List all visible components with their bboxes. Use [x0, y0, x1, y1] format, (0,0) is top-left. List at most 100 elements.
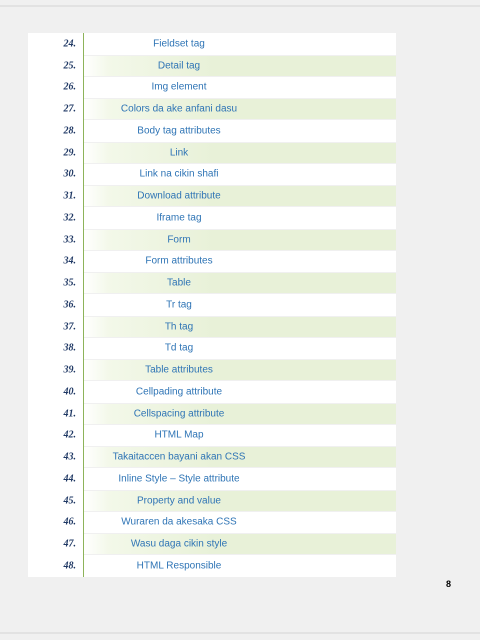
- toc-title-cell: Colors da ake anfani dasu: [84, 99, 396, 119]
- toc-entry-title: HTML Map: [154, 429, 204, 441]
- toc-title-cell: Table: [84, 273, 396, 293]
- toc-number-cell: 33.: [28, 228, 84, 251]
- toc-title-cell: Property and value: [84, 490, 396, 511]
- toc-entry-title: Table attributes: [145, 364, 213, 376]
- toc-row: 34. Form attributes: [28, 250, 396, 273]
- toc-title-cell: Inline Style – Style attribute: [84, 468, 396, 490]
- toc-row: 35. Table: [28, 272, 396, 294]
- toc-row: 28. Body tag attributes: [28, 120, 396, 142]
- toc-number-cell: 38.: [28, 337, 84, 360]
- toc-entry-number: 43.: [63, 451, 77, 463]
- toc-entry-number: 31.: [63, 190, 77, 202]
- toc-entry-title: Form: [167, 234, 191, 246]
- toc-row: 42. HTML Map: [28, 424, 396, 447]
- toc-row: 40. Cellpading attribute: [28, 381, 396, 403]
- top-divider: [0, 5, 480, 7]
- toc-entry-number: 44.: [63, 473, 77, 485]
- toc-title-cell: Link na cikin shafi: [84, 163, 396, 186]
- toc-number-cell: 43.: [28, 446, 84, 468]
- toc-number-cell: 44.: [28, 468, 84, 490]
- toc-entry-title: Detail tag: [157, 60, 201, 72]
- toc-entry-number: 48.: [63, 560, 77, 572]
- toc-number-cell: 24.: [28, 33, 84, 55]
- toc-entry-number: 35.: [63, 277, 77, 289]
- toc-entry-number: 26.: [63, 81, 77, 93]
- toc-entry-number: 32.: [63, 212, 77, 224]
- toc-row: 36. Tr tag: [28, 294, 396, 316]
- toc-row: 27. Colors da ake anfani dasu: [28, 98, 396, 120]
- toc-row: 47. Wasu daga cikin style: [28, 533, 396, 555]
- toc-row: 39. Table attributes: [28, 359, 396, 381]
- toc-entry-number: 38.: [63, 342, 77, 354]
- toc-title-cell: Th tag: [84, 316, 396, 337]
- toc-number-cell: 30.: [28, 163, 84, 186]
- toc-entry-number: 42.: [63, 429, 77, 441]
- toc-entry-number: 47.: [63, 538, 77, 550]
- toc-number-cell: 34.: [28, 250, 84, 273]
- toc-title-cell: Fieldset tag: [84, 33, 396, 55]
- toc-title-cell: Detail tag: [84, 55, 396, 76]
- toc-entry-number: 37.: [63, 321, 77, 333]
- toc-entry-title: Takaitaccen bayani akan CSS: [112, 451, 246, 463]
- toc-row: 38. Td tag: [28, 337, 396, 360]
- toc-entry-number: 29.: [63, 147, 77, 159]
- toc-title-cell: Table attributes: [84, 360, 396, 380]
- toc-entry-number: 45.: [63, 495, 77, 507]
- toc-title-cell: Td tag: [84, 337, 396, 360]
- toc-entry-title: Form attributes: [145, 255, 213, 267]
- toc-number-cell: 25.: [28, 54, 84, 77]
- toc-entry-title: Td tag: [164, 342, 194, 354]
- toc-number-cell: 47.: [28, 533, 84, 555]
- toc-title-cell: HTML Responsible: [84, 555, 396, 577]
- table-of-contents: 24. Fieldset tag 25. Detail tag 26. Img eleme…: [28, 33, 396, 577]
- toc-entry-title: Table: [167, 277, 191, 289]
- toc-number-cell: 36.: [28, 294, 84, 316]
- toc-row: 24. Fieldset tag: [28, 33, 396, 55]
- toc-entry-number: 36.: [63, 299, 77, 311]
- toc-number-cell: 27.: [28, 98, 84, 120]
- toc-row: 44. Inline Style – Style attribute: [28, 468, 396, 490]
- toc-row: 46. Wuraren da akesaka CSS: [28, 511, 396, 534]
- toc-title-cell: Takaitaccen bayani akan CSS: [84, 447, 396, 467]
- toc-row: 37. Th tag: [28, 315, 396, 338]
- toc-number-cell: 28.: [28, 120, 84, 142]
- toc-title-cell: Body tag attributes: [84, 120, 396, 142]
- toc-entry-number: 41.: [63, 408, 77, 420]
- toc-entry-number: 39.: [63, 364, 77, 376]
- toc-row: 30. Link na cikin shafi: [28, 163, 396, 186]
- toc-entry-title: HTML Responsible: [136, 560, 222, 572]
- toc-entry-title: Fieldset tag: [153, 38, 205, 50]
- toc-entry-title: Inline Style – Style attribute: [118, 473, 240, 485]
- toc-entry-title: Iframe tag: [156, 212, 202, 224]
- toc-entry-title: Cellpading attribute: [135, 386, 223, 398]
- toc-number-cell: 31.: [28, 185, 84, 207]
- toc-title-cell: HTML Map: [84, 424, 396, 447]
- toc-entry-title: Download attribute: [137, 190, 221, 202]
- toc-entry-number: 33.: [63, 234, 77, 246]
- toc-entry-number: 25.: [63, 60, 77, 72]
- page-number: 8: [446, 579, 452, 589]
- toc-entry-title: Cellspacing attribute: [133, 408, 225, 420]
- toc-row: 48. HTML Responsible: [28, 555, 396, 577]
- toc-row: 43. Takaitaccen bayani akan CSS: [28, 446, 396, 468]
- toc-entry-number: 46.: [63, 516, 77, 528]
- toc-entry-title: Th tag: [164, 321, 194, 333]
- toc-number-cell: 35.: [28, 272, 84, 294]
- toc-title-cell: Form: [84, 229, 396, 250]
- toc-entry-title: Wasu daga cikin style: [130, 538, 228, 550]
- toc-entry-title: Property and value: [137, 495, 221, 507]
- toc-row: 45. Property and value: [28, 489, 396, 512]
- toc-row: 31. Download attribute: [28, 185, 396, 207]
- toc-entry-number: 28.: [63, 125, 77, 137]
- toc-number-cell: 32.: [28, 207, 84, 229]
- toc-number-cell: 48.: [28, 555, 84, 577]
- toc-title-cell: Cellspacing attribute: [84, 403, 396, 424]
- toc-number-cell: 39.: [28, 359, 84, 381]
- toc-entry-title: Wuraren da akesaka CSS: [121, 516, 237, 528]
- toc-title-cell: Wasu daga cikin style: [84, 534, 396, 554]
- toc-entry-number: 34.: [63, 255, 77, 267]
- toc-entry-title: Body tag attributes: [137, 125, 221, 137]
- toc-title-cell: Tr tag: [84, 294, 396, 316]
- toc-title-cell: Cellpading attribute: [84, 381, 396, 403]
- toc-entry-title: Colors da ake anfani dasu: [120, 103, 238, 115]
